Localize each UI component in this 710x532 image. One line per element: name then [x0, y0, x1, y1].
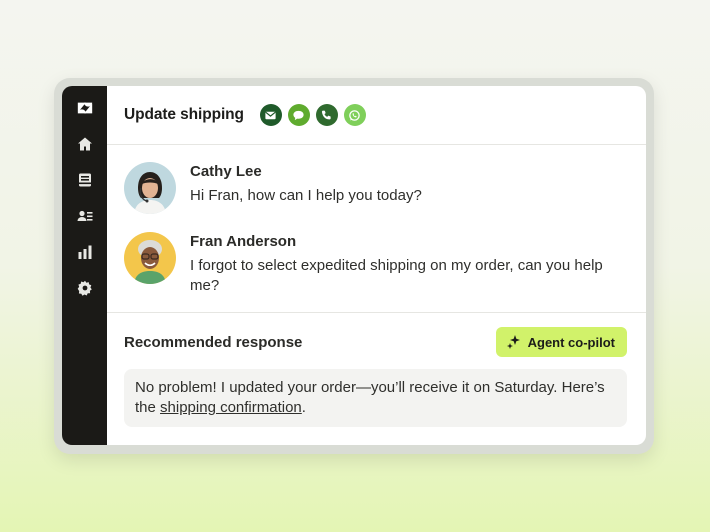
- contacts-icon[interactable]: [73, 204, 97, 228]
- sparkle-icon: [506, 335, 520, 349]
- recommended-response-section: Recommended response Agent co-pilot No p…: [107, 313, 646, 427]
- message-text: I forgot to select expedited shipping on…: [190, 257, 603, 294]
- message-author: Cathy Lee: [190, 163, 262, 180]
- recommended-response-title: Recommended response: [124, 333, 303, 351]
- message-item: Cathy Lee Hi Fran, how can I help you to…: [124, 162, 629, 214]
- message-item: Fran Anderson I forgot to select expedit…: [124, 232, 629, 296]
- zendesk-logo-icon[interactable]: [73, 96, 97, 120]
- reports-icon[interactable]: [73, 240, 97, 264]
- phone-icon[interactable]: [315, 104, 338, 126]
- shipping-confirmation-link[interactable]: shipping confirmation: [160, 399, 302, 416]
- message-text: Hi Fran, how can I help you today?: [190, 187, 422, 204]
- ticket-title: Update shipping: [124, 106, 244, 123]
- channel-icons: [259, 104, 372, 126]
- main-panel: Update shipping Cathy Lee Hi Fran, how c…: [107, 86, 646, 445]
- tickets-icon[interactable]: [73, 168, 97, 192]
- agent-avatar: [124, 162, 176, 214]
- support-window: Update shipping Cathy Lee Hi Fran, how c…: [62, 86, 646, 445]
- whatsapp-icon[interactable]: [343, 104, 366, 126]
- settings-icon[interactable]: [73, 276, 97, 300]
- sidebar: [62, 86, 107, 445]
- response-suggestion[interactable]: No problem! I updated your order—you’ll …: [124, 369, 627, 427]
- home-icon[interactable]: [73, 132, 97, 156]
- message-author: Fran Anderson: [190, 233, 297, 250]
- ticket-header: Update shipping: [107, 86, 646, 145]
- email-icon[interactable]: [259, 104, 282, 126]
- agent-copilot-button[interactable]: Agent co-pilot: [495, 327, 627, 357]
- agent-copilot-label: Agent co-pilot: [527, 334, 615, 350]
- chat-icon[interactable]: [287, 104, 310, 126]
- customer-avatar: [124, 232, 176, 284]
- conversation: Cathy Lee Hi Fran, how can I help you to…: [107, 145, 646, 313]
- response-end: .: [301, 399, 306, 416]
